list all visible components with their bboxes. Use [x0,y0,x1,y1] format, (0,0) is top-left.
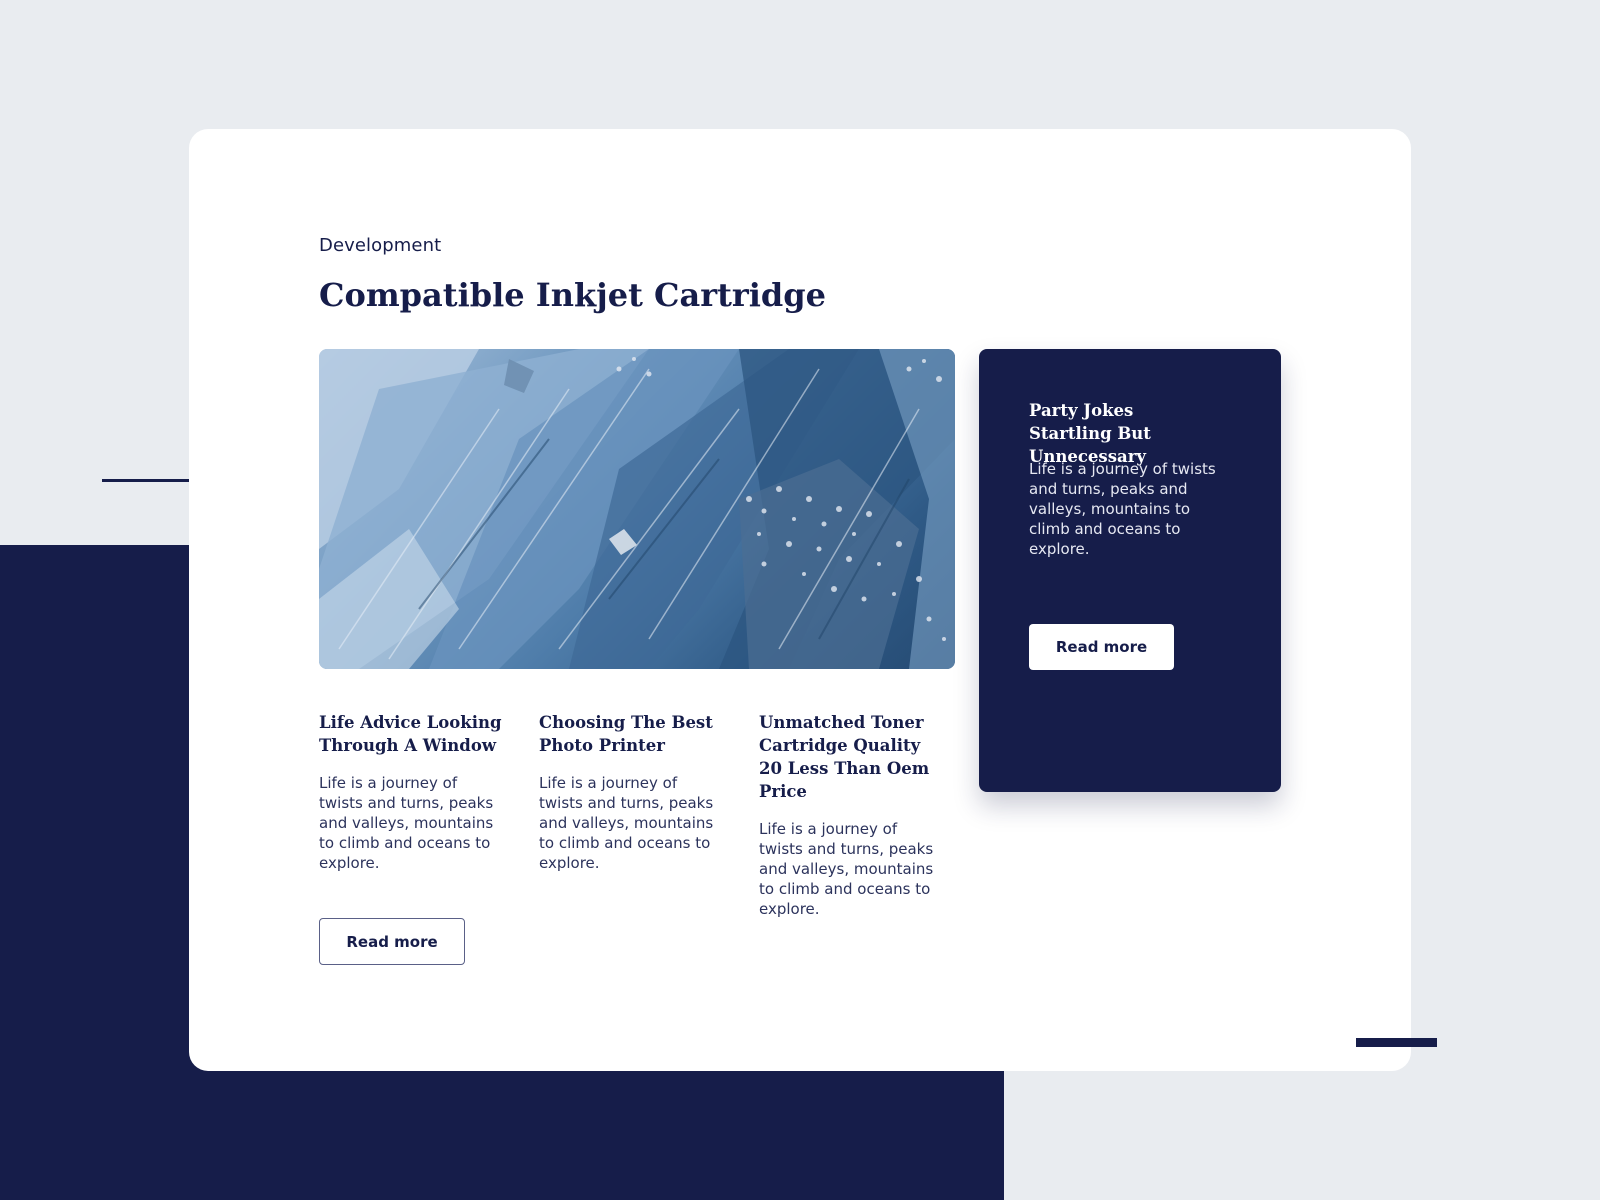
article-card: Unmatched Toner Cartridge Quality 20 Les… [759,711,943,919]
featured-article-title[interactable]: Party Jokes Startling But Unnecessary [1029,399,1219,468]
decorative-line-right [1356,1038,1437,1047]
article-title[interactable]: Life Advice Looking Through A Window [319,711,503,757]
article-excerpt: Life is a journey of twists and turns, p… [539,774,714,872]
read-more-button[interactable]: Read more [319,918,465,965]
article-title[interactable]: Unmatched Toner Cartridge Quality 20 Les… [759,711,943,803]
category-label: Development [319,235,442,256]
article-excerpt: Life is a journey of twists and turns, p… [319,774,494,872]
article-excerpt: Life is a journey of twists and turns, p… [759,820,934,918]
featured-article-excerpt: Life is a journey of twists and turns, p… [1029,460,1216,558]
content-card: Development Compatible Inkjet Cartridge [189,129,1411,1071]
hero-image [319,349,955,669]
article-card: Choosing The Best Photo Printer Life is … [539,711,723,873]
page-title: Compatible Inkjet Cartridge [319,276,826,314]
featured-article-card: Party Jokes Startling But Unnecessary Li… [979,349,1281,792]
featured-read-more-button[interactable]: Read more [1029,624,1174,670]
article-card: Life Advice Looking Through A Window Lif… [319,711,503,873]
article-title[interactable]: Choosing The Best Photo Printer [539,711,723,757]
